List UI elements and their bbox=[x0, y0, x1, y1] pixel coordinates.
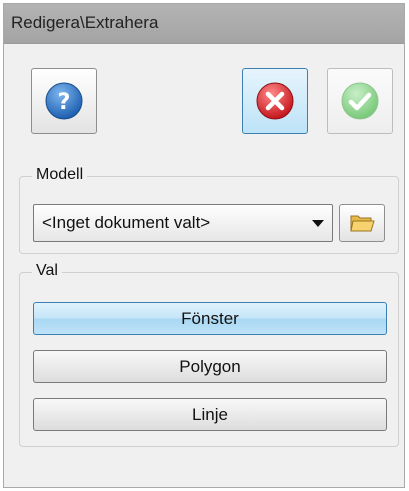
modell-selected-value: <Inget dokument valt> bbox=[42, 213, 211, 232]
cancel-button[interactable] bbox=[242, 68, 308, 134]
help-icon: ? bbox=[45, 82, 83, 120]
modell-select[interactable]: <Inget dokument valt> bbox=[33, 204, 333, 242]
panel-title: Redigera\Extrahera bbox=[4, 4, 404, 44]
polygon-button[interactable]: Polygon bbox=[33, 350, 387, 383]
dropdown-arrow-icon bbox=[312, 220, 324, 227]
modell-label: Modell bbox=[32, 166, 88, 184]
modell-group: Modell <Inget dokument valt> bbox=[19, 166, 399, 254]
ok-button[interactable] bbox=[327, 68, 393, 134]
val-label: Val bbox=[32, 262, 62, 280]
linje-button[interactable]: Linje bbox=[33, 398, 387, 431]
fonster-button[interactable]: Fönster bbox=[33, 302, 387, 335]
help-button[interactable]: ? bbox=[31, 68, 97, 134]
svg-text:?: ? bbox=[58, 90, 71, 115]
browse-button[interactable] bbox=[339, 204, 385, 242]
ok-icon bbox=[341, 82, 379, 120]
cancel-icon bbox=[256, 82, 294, 120]
edit-extract-panel: Redigera\Extrahera ? Modell <Inget dokum… bbox=[3, 3, 405, 488]
val-group: Val Fönster Polygon Linje bbox=[19, 262, 399, 447]
folder-icon bbox=[350, 215, 375, 232]
